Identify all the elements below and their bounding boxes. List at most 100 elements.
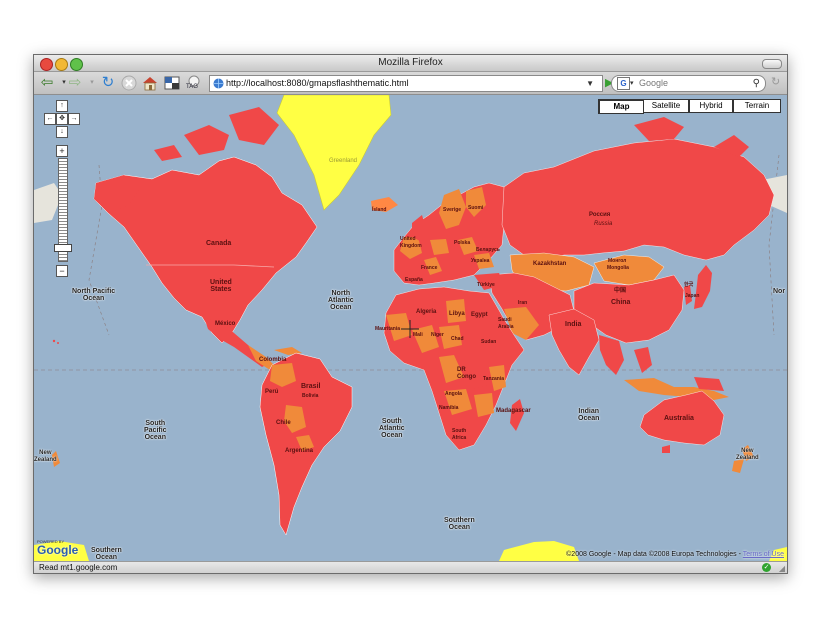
label-algeria: Algeria <box>416 309 437 315</box>
pan-center-button[interactable]: ✥ <box>56 113 68 125</box>
label-canada: Canada <box>206 240 232 247</box>
label-korea: 한국 <box>684 282 694 288</box>
label-drc: DR Congo <box>457 367 476 380</box>
label-india: India <box>565 321 582 328</box>
terms-of-use-link[interactable]: Terms of Use <box>743 551 784 558</box>
label-mali: Mali <box>413 332 423 338</box>
label-spain: España <box>405 277 423 283</box>
search-icon[interactable]: ⚲ <box>753 76 760 91</box>
pan-left-button[interactable]: ← <box>44 113 56 125</box>
navigation-toolbar: ⇦ ▾ ⇨ ▾ ↻ TAG http://localhost:8080/gmap… <box>34 72 787 95</box>
search-input[interactable]: Google <box>639 76 668 91</box>
label-united-states: United States <box>210 279 232 293</box>
label-angola: Angola <box>445 391 462 397</box>
label-australia: Australia <box>664 415 694 422</box>
label-iceland: Ísland <box>372 207 387 213</box>
label-libya: Libya <box>449 311 465 317</box>
label-china-native: 中国 <box>614 288 627 294</box>
forward-icon[interactable]: ⇨ <box>67 75 83 91</box>
label-ukraine: Україна <box>471 258 490 264</box>
zoom-out-button[interactable]: − <box>56 265 68 277</box>
label-iran: Iran <box>518 300 528 306</box>
label-bolivia: Bolivia <box>302 393 319 399</box>
label-peru: Perú <box>265 389 279 395</box>
address-bar[interactable]: http://localhost:8080/gmapsflashthematic… <box>209 75 603 92</box>
label-new-zealand: New Zealand <box>736 448 759 461</box>
map-canvas[interactable]: North Pacific Ocean North Atlantic Ocean… <box>34 95 787 561</box>
check-icon: ✓ <box>762 563 771 572</box>
label-france: France <box>421 265 438 271</box>
label-colombia: Colombia <box>259 357 287 363</box>
zoom-slider-thumb[interactable] <box>54 244 72 253</box>
ocean-label-south-pacific: South Pacific Ocean <box>144 420 167 441</box>
copyright-text: ©2008 Google - Map data ©2008 Europa Tec… <box>566 551 784 558</box>
ocean-label-north-pacific: North Pacific Ocean <box>72 288 116 302</box>
label-poland: Polska <box>454 240 471 246</box>
ocean-label-southern: Southern Ocean <box>444 517 475 531</box>
label-mauritania: Mauritania <box>375 326 401 332</box>
label-niger: Niger <box>431 332 444 338</box>
url-text: http://localhost:8080/gmapsflashthematic… <box>226 78 409 88</box>
home-icon[interactable] <box>142 75 158 91</box>
label-mexico: México <box>215 321 236 327</box>
ocean-label-indian: Indian Ocean <box>578 408 600 422</box>
reload-small-icon[interactable]: ↻ <box>771 75 780 88</box>
engine-menu-icon[interactable]: ▾ <box>630 76 634 91</box>
stop-icon[interactable] <box>121 75 137 91</box>
forward-menu-icon[interactable]: ▾ <box>84 75 100 91</box>
label-turkey: Türkiye <box>477 282 495 288</box>
label-mongolia: Mongolia <box>607 265 629 271</box>
zoom-in-button[interactable]: + <box>56 145 68 157</box>
window-title: Mozilla Firefox <box>378 57 443 68</box>
label-sudan: Sudan <box>481 339 497 345</box>
search-bar[interactable]: G ▾ Google ⚲ <box>611 75 766 92</box>
google-engine-icon[interactable]: G <box>617 77 630 90</box>
label-kazakhstan: Kazakhstan <box>533 261 567 267</box>
ocean-label-south-atlantic: South Atlantic Ocean <box>379 418 405 439</box>
label-belarus: Беларусь <box>476 247 500 253</box>
label-south-africa: South Africa <box>452 428 467 441</box>
resize-grip-icon[interactable]: ◢ <box>779 563 785 573</box>
label-new-zealand-left: New Zealand <box>34 450 57 463</box>
google-logo[interactable]: Google <box>37 543 78 557</box>
pan-up-button[interactable]: ↑ <box>56 100 68 112</box>
world-map <box>34 95 787 561</box>
title-bar: Mozilla Firefox <box>34 55 787 72</box>
label-egypt: Egypt <box>471 312 488 318</box>
ocean-label-north-atlantic: North Atlantic Ocean <box>328 290 354 311</box>
label-tanzania: Tanzania <box>483 376 505 382</box>
label-namibia: Namibia <box>439 405 459 411</box>
label-russia-native: Россия <box>589 212 611 218</box>
map-type-terrain-button[interactable]: Terrain <box>733 99 781 113</box>
reload-icon[interactable]: ↻ <box>100 75 116 91</box>
status-text: Read mt1.google.com <box>39 563 118 572</box>
label-japan: Japan <box>685 293 700 299</box>
label-sweden: Sverige <box>443 207 462 213</box>
label-china: China <box>611 299 631 306</box>
pan-down-button[interactable]: ↓ <box>56 126 68 138</box>
back-icon[interactable]: ⇦ <box>39 75 55 91</box>
globe-icon <box>213 78 224 94</box>
map-type-hybrid-button[interactable]: Hybrid <box>689 99 733 113</box>
browser-window: Mozilla Firefox ⇦ ▾ ⇨ ▾ ↻ TAG http://loc… <box>33 54 788 574</box>
label-saudi-arabia: Saudi Arabia <box>498 317 514 330</box>
label-madagascar: Madagascar <box>496 408 531 414</box>
label-russia: Russia <box>594 221 613 227</box>
map-type-map-button[interactable]: Map <box>598 99 644 114</box>
toolbar-toggle-button[interactable] <box>762 59 782 69</box>
pan-right-button[interactable]: → <box>68 113 80 125</box>
bookmark-icon[interactable] <box>164 75 180 91</box>
label-brasil: Brasil <box>301 383 321 390</box>
label-finland: Suomi <box>468 205 484 211</box>
status-bar: Read mt1.google.com ✓ ◢ <box>34 561 787 573</box>
ocean-label-right-edge: Nor <box>773 288 786 295</box>
label-argentina: Argentina <box>285 448 314 454</box>
label-chile: Chile <box>276 420 291 426</box>
label-chad: Chad <box>451 336 464 342</box>
copyright-label: ©2008 Google - Map data ©2008 Europa Tec… <box>566 551 743 558</box>
label-mongolia-native: Монгол <box>608 258 627 264</box>
map-type-satellite-button[interactable]: Satellite <box>643 99 689 113</box>
tag-label: TAG <box>186 84 198 90</box>
url-dropdown-icon[interactable]: ▼ <box>586 76 594 91</box>
ocean-label-southern-left: Southern Ocean <box>91 547 122 561</box>
